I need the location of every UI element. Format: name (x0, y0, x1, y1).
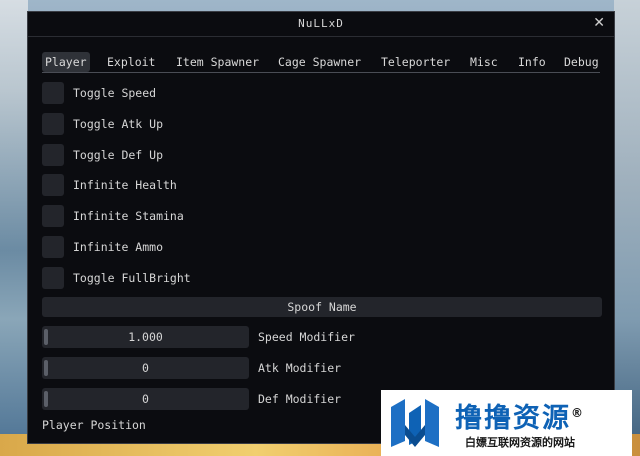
tab-cage-spawner[interactable]: Cage Spawner (275, 52, 364, 72)
atk-modifier-label: Atk Modifier (258, 361, 342, 375)
tab-exploit[interactable]: Exploit (104, 52, 158, 72)
background-right (614, 0, 640, 456)
speed-modifier-label: Speed Modifier (258, 330, 355, 344)
infinite-ammo-label: Infinite Ammo (73, 240, 164, 254)
close-icon[interactable]: ✕ (593, 15, 605, 31)
window-title: NuLLxD (298, 17, 344, 30)
tab-debug[interactable]: Debug (561, 52, 602, 72)
infinite-stamina-label: Infinite Stamina (73, 209, 184, 223)
watermark-title-text: 撸撸资源 (455, 403, 571, 434)
tab-bar: Player Exploit Item Spawner Cage Spawner… (42, 52, 600, 72)
cheat-menu-window: NuLLxD ✕ Player Exploit Item Spawner Cag… (27, 11, 615, 444)
tab-info[interactable]: Info (515, 52, 549, 72)
speed-modifier-slider[interactable]: 1.000 (42, 326, 249, 348)
def-modifier-slider[interactable]: 0 (42, 388, 249, 410)
tab-teleporter[interactable]: Teleporter (378, 52, 453, 72)
infinite-health-checkbox[interactable] (42, 174, 64, 196)
tab-item-spawner[interactable]: Item Spawner (173, 52, 262, 72)
tab-player[interactable]: Player (42, 52, 90, 72)
tab-underline (42, 72, 600, 73)
toggle-def-up-checkbox[interactable] (42, 144, 64, 166)
atk-modifier-slider[interactable]: 0 (42, 357, 249, 379)
toggle-def-up-label: Toggle Def Up (73, 148, 164, 162)
watermark-logo-icon (391, 399, 439, 447)
infinite-ammo-checkbox[interactable] (42, 236, 64, 258)
toggle-atk-up-checkbox[interactable] (42, 113, 64, 135)
toggle-fullbright-label: Toggle FullBright (73, 271, 191, 285)
watermark-overlay: 撸撸资源® 白嫖互联网资源的网站 (381, 390, 632, 456)
toggle-speed-label: Toggle Speed (73, 86, 157, 100)
def-modifier-label: Def Modifier (258, 392, 342, 406)
toggle-fullbright-checkbox[interactable] (42, 267, 64, 289)
watermark-subtitle: 白嫖互联网资源的网站 (465, 436, 575, 449)
toggle-atk-up-label: Toggle Atk Up (73, 117, 164, 131)
infinite-health-label: Infinite Health (73, 178, 177, 192)
player-position-heading: Player Position (42, 418, 146, 432)
watermark-title: 撸撸资源® (455, 396, 585, 435)
atk-modifier-value: 0 (142, 361, 149, 375)
tab-misc[interactable]: Misc (467, 52, 501, 72)
spoof-name-button[interactable]: Spoof Name (42, 297, 602, 317)
def-modifier-value: 0 (142, 392, 149, 406)
toggle-speed-checkbox[interactable] (42, 82, 64, 104)
registered-mark: ® (571, 406, 585, 420)
speed-modifier-value: 1.000 (128, 330, 163, 344)
background-left (0, 0, 28, 456)
title-bar[interactable]: NuLLxD ✕ (28, 12, 614, 37)
infinite-stamina-checkbox[interactable] (42, 205, 64, 227)
